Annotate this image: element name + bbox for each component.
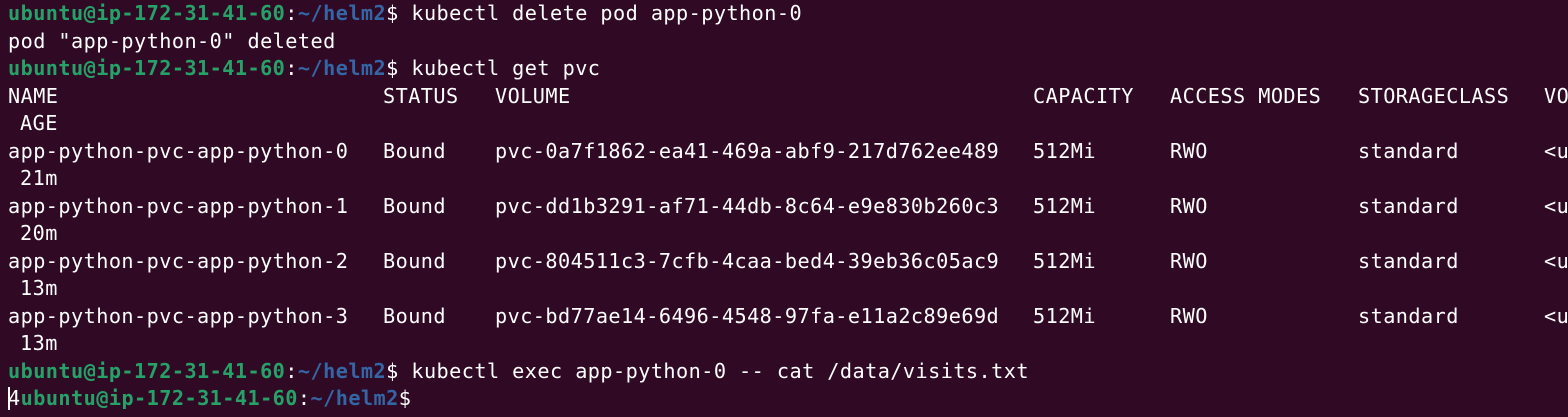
pvc-capacity: 512Mi: [1033, 248, 1097, 273]
pvc-name: app-python-pvc-app-python-2: [8, 248, 349, 273]
table-row: app-python-pvc-app-python-3 Bound pvc-bd77…: [8, 303, 1568, 331]
pvc-name: app-python-pvc-app-python-3: [8, 303, 349, 328]
pvc-vac: <u: [1544, 248, 1568, 273]
prompt-colon: :: [285, 358, 298, 383]
pvc-access-modes: RWO: [1170, 193, 1208, 218]
pvc-status: Bound: [383, 303, 447, 328]
command-text: kubectl exec app-python-0 -- cat /data/v…: [398, 358, 1029, 383]
header-volumeattributesclass: VO: [1544, 83, 1568, 108]
header-access-modes: ACCESS MODES: [1170, 83, 1322, 108]
prompt-user-host: ubuntu@ip-172-31-41-60: [8, 358, 286, 383]
prompt-user-host: ubuntu@ip-172-31-41-60: [8, 1, 286, 25]
pvc-volume: pvc-0a7f1862-ea41-469a-abf9-217d762ee489: [495, 138, 1000, 163]
pvc-volume: pvc-804511c3-7cfb-4caa-bed4-39eb36c05ac9: [495, 248, 1000, 273]
pvc-storageclass: standard: [1358, 138, 1459, 163]
pvc-volume: pvc-bd77ae14-6496-4548-97fa-e11a2c89e69d: [495, 303, 1000, 328]
pvc-status: Bound: [383, 138, 447, 163]
command-line: ubuntu@ip-172-31-41-60:~/helm2$ kubectl …: [8, 0, 1568, 28]
pvc-storageclass: standard: [1358, 193, 1459, 218]
command-text: kubectl delete pod app-python-0: [398, 1, 803, 25]
header-storageclass: STORAGECLASS: [1358, 83, 1510, 108]
header-volume: VOLUME: [495, 83, 571, 108]
pvc-storageclass: standard: [1358, 248, 1459, 273]
pvc-vac: <u: [1544, 138, 1568, 163]
prompt-colon: :: [285, 56, 298, 80]
table-header-wrap: AGE: [20, 111, 58, 135]
table-row: app-python-pvc-app-python-2 Bound pvc-8045…: [8, 248, 1568, 276]
pvc-access-modes: RWO: [1170, 248, 1208, 273]
prompt-path: ~/helm2: [297, 1, 387, 25]
pvc-age: 21m: [20, 166, 58, 190]
output-line: pod "app-python-0" deleted: [8, 28, 336, 53]
pvc-vac: <u: [1544, 193, 1568, 218]
header-capacity: CAPACITY: [1033, 83, 1134, 108]
terminal-window[interactable]: ubuntu@ip-172-31-41-60:~/helm2$ kubectl …: [0, 0, 1568, 417]
prompt-dollar: $: [386, 56, 399, 80]
pvc-capacity: 512Mi: [1033, 138, 1097, 163]
pvc-vac: <u: [1544, 303, 1568, 328]
pvc-capacity: 512Mi: [1033, 193, 1097, 218]
pvc-name: app-python-pvc-app-python-0: [8, 138, 349, 163]
prompt-path: ~/helm2: [297, 358, 387, 383]
prompt-dollar: $: [398, 386, 412, 410]
pvc-age: 13m: [20, 276, 58, 300]
prompt-path: ~/helm2: [310, 386, 399, 410]
header-name: NAME: [8, 83, 59, 108]
pvc-volume: pvc-dd1b3291-af71-44db-8c64-e9e830b260c3: [495, 193, 1000, 218]
prompt-colon: :: [297, 386, 311, 410]
command-text: kubectl get pvc: [398, 56, 601, 80]
pvc-storageclass: standard: [1358, 303, 1459, 328]
table-row: app-python-pvc-app-python-1 Bound pvc-dd1b…: [8, 193, 1568, 221]
prompt-dollar: $: [386, 1, 399, 25]
prompt-colon: :: [285, 1, 298, 25]
current-prompt-line[interactable]: 4ubuntu@ip-172-31-41-60:~/helm2$: [8, 385, 1568, 413]
pvc-access-modes: RWO: [1170, 138, 1208, 163]
pvc-capacity: 512Mi: [1033, 303, 1097, 328]
pvc-status: Bound: [383, 193, 447, 218]
command-line: ubuntu@ip-172-31-41-60:~/helm2$ kubectl …: [8, 358, 1568, 386]
pvc-name: app-python-pvc-app-python-1: [8, 193, 349, 218]
prompt-user-host: ubuntu@ip-172-31-41-60: [8, 56, 286, 80]
pvc-age: 20m: [20, 221, 58, 245]
pvc-access-modes: RWO: [1170, 303, 1208, 328]
prompt-path: ~/helm2: [297, 56, 387, 80]
table-row: app-python-pvc-app-python-0 Bound pvc-0a7f…: [8, 138, 1568, 166]
table-header-row: NAME STATUS VOLUME CAPACITY ACCESS MODES STOR…: [8, 83, 1568, 111]
pvc-age: 13m: [20, 331, 58, 355]
prompt-dollar: $: [386, 358, 399, 383]
prompt-user-host: ubuntu@ip-172-31-41-60: [20, 386, 298, 410]
exec-output: 4: [8, 386, 21, 410]
command-line: ubuntu@ip-172-31-41-60:~/helm2$ kubectl …: [8, 55, 1568, 83]
header-status: STATUS: [383, 83, 459, 108]
pvc-status: Bound: [383, 248, 447, 273]
